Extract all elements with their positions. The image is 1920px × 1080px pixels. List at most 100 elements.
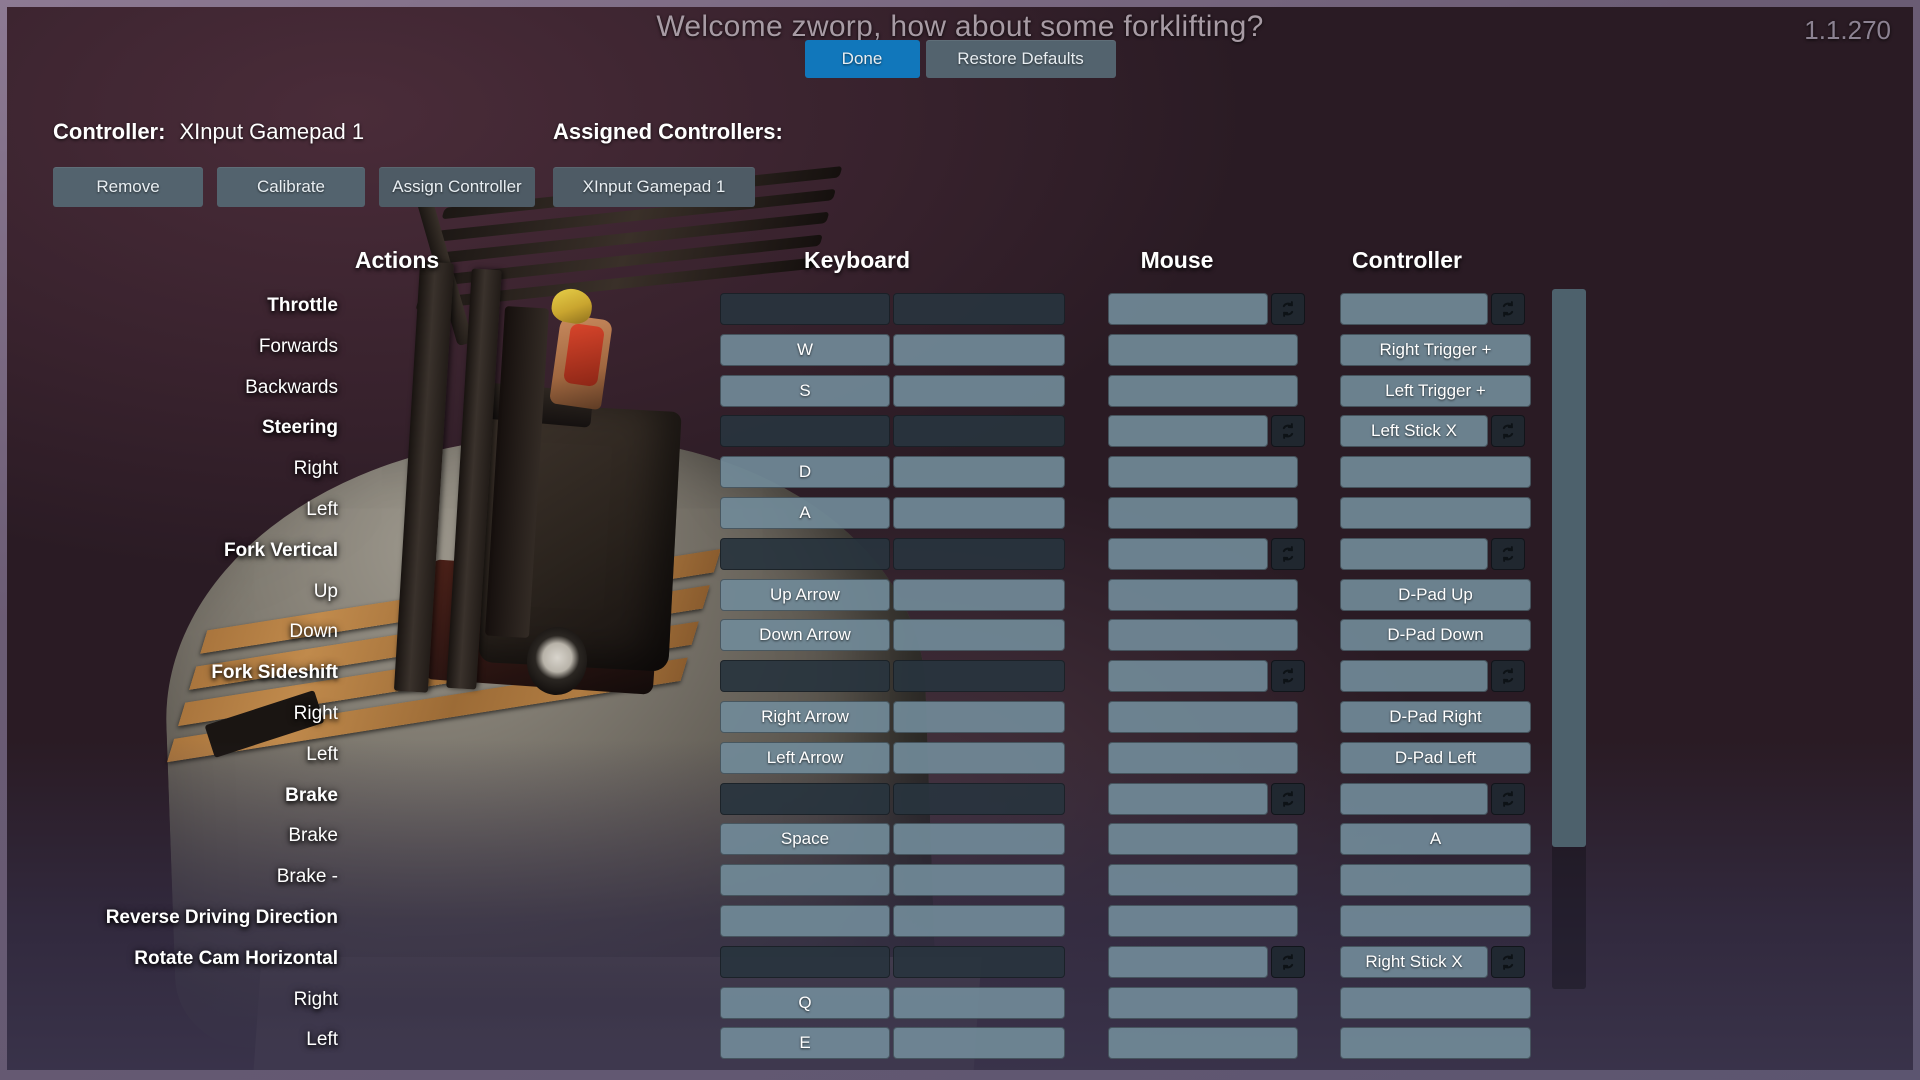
keyboard-binding-cell[interactable] bbox=[893, 415, 1065, 447]
controller-binding-cell[interactable]: A bbox=[1340, 823, 1531, 855]
window-frame: Welcome zworp, how about some forkliftin… bbox=[7, 7, 1913, 1070]
remove-controller-button[interactable]: Remove bbox=[53, 167, 203, 207]
keyboard-binding-cell[interactable]: Right Arrow bbox=[720, 701, 890, 733]
controller-binding-cell[interactable]: D-Pad Left bbox=[1340, 742, 1531, 774]
mouse-binding-cell[interactable] bbox=[1108, 823, 1298, 855]
controller-binding-cell[interactable] bbox=[1340, 1027, 1531, 1059]
calibrate-controller-button[interactable]: Calibrate bbox=[217, 167, 365, 207]
keyboard-binding-cell[interactable] bbox=[893, 1027, 1065, 1059]
keyboard-binding-cell[interactable] bbox=[893, 783, 1065, 815]
keyboard-binding-cell[interactable] bbox=[893, 293, 1065, 325]
invert-axis-icon[interactable] bbox=[1491, 783, 1525, 815]
invert-axis-icon[interactable] bbox=[1491, 293, 1525, 325]
keyboard-binding-cell[interactable]: S bbox=[720, 375, 890, 407]
controller-binding-cell[interactable]: Left Stick X bbox=[1340, 415, 1488, 447]
controller-binding-cell[interactable]: D-Pad Down bbox=[1340, 619, 1531, 651]
keyboard-binding-cell[interactable] bbox=[893, 823, 1065, 855]
mouse-binding-cell[interactable] bbox=[1108, 905, 1298, 937]
mouse-binding-cell[interactable] bbox=[1108, 497, 1298, 529]
mouse-binding-cell[interactable] bbox=[1108, 579, 1298, 611]
keyboard-binding-cell[interactable]: E bbox=[720, 1027, 890, 1059]
mouse-binding-cell[interactable] bbox=[1108, 864, 1298, 896]
controller-binding-cell[interactable] bbox=[1340, 864, 1531, 896]
controller-binding-cell[interactable]: Right Trigger + bbox=[1340, 334, 1531, 366]
keyboard-binding-cell[interactable] bbox=[893, 538, 1065, 570]
controller-binding-cell[interactable] bbox=[1340, 497, 1531, 529]
keyboard-binding-cell[interactable] bbox=[893, 375, 1065, 407]
invert-axis-icon[interactable] bbox=[1271, 946, 1305, 978]
controller-binding-cell[interactable] bbox=[1340, 905, 1531, 937]
controller-binding-cell[interactable]: Left Trigger + bbox=[1340, 375, 1531, 407]
keyboard-binding-cell[interactable] bbox=[720, 293, 890, 325]
invert-axis-icon[interactable] bbox=[1271, 783, 1305, 815]
keyboard-binding-cell[interactable] bbox=[893, 946, 1065, 978]
keyboard-binding-cell[interactable]: Up Arrow bbox=[720, 579, 890, 611]
done-button[interactable]: Done bbox=[805, 40, 920, 78]
keyboard-binding-cell[interactable]: Down Arrow bbox=[720, 619, 890, 651]
controller-binding-cell[interactable]: D-Pad Up bbox=[1340, 579, 1531, 611]
keyboard-binding-cell[interactable]: A bbox=[720, 497, 890, 529]
mouse-binding-cell[interactable] bbox=[1108, 334, 1298, 366]
mouse-binding-cell[interactable] bbox=[1108, 783, 1268, 815]
keyboard-binding-cell[interactable] bbox=[893, 701, 1065, 733]
keyboard-binding-cell[interactable] bbox=[720, 415, 890, 447]
controller-binding-cell[interactable] bbox=[1340, 783, 1488, 815]
keyboard-binding-cell[interactable] bbox=[720, 660, 890, 692]
keyboard-binding-cell[interactable] bbox=[893, 987, 1065, 1019]
controller-binding-cell[interactable] bbox=[1340, 293, 1488, 325]
assigned-controller-item[interactable]: XInput Gamepad 1 bbox=[553, 167, 755, 207]
keyboard-binding-cell[interactable] bbox=[720, 783, 890, 815]
keyboard-binding-cell[interactable] bbox=[893, 742, 1065, 774]
invert-axis-icon[interactable] bbox=[1491, 538, 1525, 570]
mouse-binding-cell[interactable] bbox=[1108, 742, 1298, 774]
keyboard-binding-cell[interactable] bbox=[720, 538, 890, 570]
mouse-binding-cell[interactable] bbox=[1108, 415, 1268, 447]
scrollbar-thumb[interactable] bbox=[1552, 289, 1586, 847]
keyboard-binding-cell[interactable] bbox=[720, 946, 890, 978]
controller-binding-cell[interactable] bbox=[1340, 538, 1488, 570]
mouse-binding-cell[interactable] bbox=[1108, 619, 1298, 651]
mouse-binding-cell[interactable] bbox=[1108, 456, 1298, 488]
keyboard-binding-cell[interactable]: Left Arrow bbox=[720, 742, 890, 774]
invert-axis-icon[interactable] bbox=[1491, 660, 1525, 692]
mouse-binding-cell[interactable] bbox=[1108, 660, 1268, 692]
table-scrollbar[interactable] bbox=[1552, 289, 1586, 989]
action-group-label: Fork Vertical bbox=[224, 540, 338, 562]
invert-axis-icon[interactable] bbox=[1271, 293, 1305, 325]
mouse-binding-cell[interactable] bbox=[1108, 701, 1298, 733]
keyboard-binding-cell[interactable] bbox=[720, 864, 890, 896]
keyboard-binding-cell[interactable]: D bbox=[720, 456, 890, 488]
mouse-binding-cell[interactable] bbox=[1108, 1027, 1298, 1059]
mouse-binding-cell[interactable] bbox=[1108, 293, 1268, 325]
keyboard-binding-cell[interactable] bbox=[893, 456, 1065, 488]
invert-axis-icon[interactable] bbox=[1491, 415, 1525, 447]
keyboard-binding-cell[interactable] bbox=[893, 619, 1065, 651]
controller-binding-cell[interactable] bbox=[1340, 456, 1531, 488]
invert-axis-icon[interactable] bbox=[1271, 538, 1305, 570]
mouse-binding-cell[interactable] bbox=[1108, 946, 1268, 978]
controller-binding-cell[interactable]: Right Stick X bbox=[1340, 946, 1488, 978]
invert-axis-icon[interactable] bbox=[1271, 415, 1305, 447]
keyboard-binding-cell[interactable] bbox=[893, 660, 1065, 692]
table-row: UpUp ArrowD-Pad Up bbox=[7, 575, 1585, 616]
controller-binding-cell[interactable] bbox=[1340, 987, 1531, 1019]
keyboard-binding-cell[interactable] bbox=[893, 334, 1065, 366]
keyboard-binding-cell[interactable] bbox=[893, 905, 1065, 937]
invert-axis-icon[interactable] bbox=[1491, 946, 1525, 978]
controller-binding-cell[interactable]: D-Pad Right bbox=[1340, 701, 1531, 733]
mouse-binding-cell[interactable] bbox=[1108, 987, 1298, 1019]
assign-controller-button[interactable]: Assign Controller bbox=[379, 167, 535, 207]
keyboard-binding-cell[interactable]: W bbox=[720, 334, 890, 366]
keyboard-binding-cell[interactable] bbox=[893, 864, 1065, 896]
invert-axis-icon[interactable] bbox=[1271, 660, 1305, 692]
keyboard-binding-cell[interactable] bbox=[893, 579, 1065, 611]
keyboard-binding-cell[interactable] bbox=[720, 905, 890, 937]
mouse-binding-cell[interactable] bbox=[1108, 538, 1268, 570]
keyboard-binding-cell[interactable]: Q bbox=[720, 987, 890, 1019]
table-row: Rotate Cam HorizontalRight Stick X bbox=[7, 942, 1585, 983]
restore-defaults-button[interactable]: Restore Defaults bbox=[926, 40, 1116, 78]
keyboard-binding-cell[interactable]: Space bbox=[720, 823, 890, 855]
controller-binding-cell[interactable] bbox=[1340, 660, 1488, 692]
mouse-binding-cell[interactable] bbox=[1108, 375, 1298, 407]
keyboard-binding-cell[interactable] bbox=[893, 497, 1065, 529]
